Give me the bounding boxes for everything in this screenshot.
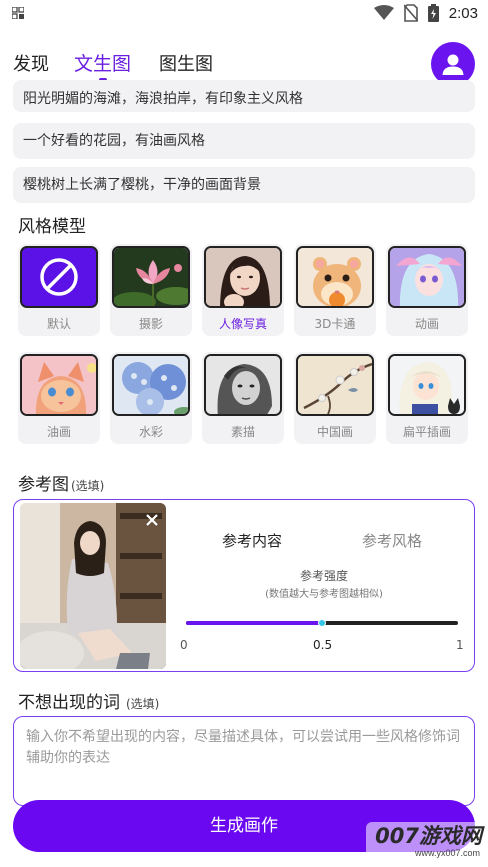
style-thumb [388, 246, 466, 308]
style-label: 素描 [230, 425, 255, 439]
style-label: 摄影 [138, 317, 163, 331]
prompt-suggestion[interactable]: 一个好看的花园，有油画风格 [13, 123, 475, 159]
hydrangea-image [114, 356, 188, 414]
close-icon[interactable] [144, 512, 160, 528]
portrait-image [206, 248, 280, 306]
style-label: 3D卡通 [314, 317, 356, 331]
slider-mid-label: 0.5 [313, 638, 333, 652]
style-label: 人像写真 [218, 317, 267, 331]
reference-hint: (选填) [71, 479, 105, 493]
style-section-title: 风格模型 [18, 217, 86, 237]
wifi-icon [373, 5, 394, 20]
style-card-oil-painting[interactable]: 油画 [18, 352, 100, 444]
style-label: 水彩 [138, 425, 163, 439]
sketch-portrait-image [206, 356, 280, 414]
negative-hint: (选填) [126, 697, 160, 711]
style-thumb [296, 246, 374, 308]
reference-title: 参考图 [18, 475, 69, 495]
watermark-url: www.yx007.com [414, 848, 480, 858]
style-card-watercolor[interactable]: 水彩 [110, 352, 192, 444]
style-label: 中国画 [316, 425, 353, 439]
reference-section-title: 参考图 (选填) [18, 470, 104, 495]
tab-text-to-image[interactable]: 文生图 [74, 49, 131, 76]
style-label: 油画 [46, 425, 71, 439]
tab-reference-style[interactable]: 参考风格 [362, 530, 422, 551]
slider-min-label: 0 [180, 638, 188, 652]
style-card-default[interactable]: 默认 [18, 244, 100, 336]
hamster-image [298, 248, 372, 306]
style-thumb [388, 354, 466, 416]
tab-image-to-image[interactable]: 图生图 [159, 50, 213, 76]
style-thumb [296, 354, 374, 416]
style-label: 扁平插画 [402, 425, 451, 439]
strength-slider[interactable] [186, 619, 458, 627]
watermark-text: 007游戏网 [375, 824, 482, 848]
style-label: 默认 [46, 317, 71, 331]
style-thumb [20, 246, 98, 308]
style-thumb [112, 246, 190, 308]
prompt-suggestion[interactable]: 樱桃树上长满了樱桃，干净的画面背景 [13, 167, 475, 203]
prompt-suggestion[interactable]: 阳光明媚的海滩，海浪拍岸，有印象主义风格 [13, 80, 475, 112]
style-card-sketch[interactable]: 素描 [202, 352, 284, 444]
style-thumb [204, 354, 282, 416]
negative-prompt-input[interactable]: 输入你不希望出现的内容，尽量描述具体，可以尝试用一些风格修饰词辅助你的表达 [13, 716, 475, 806]
slider-thumb[interactable] [318, 619, 326, 627]
style-card-flat-illustration[interactable]: 扁平插画 [386, 352, 468, 444]
status-bar: 2:03 [0, 0, 488, 28]
user-icon [442, 54, 464, 75]
style-card-chinese-painting[interactable]: 中国画 [294, 352, 376, 444]
style-label: 动画 [414, 317, 439, 331]
style-card-anime[interactable]: 动画 [386, 244, 468, 336]
negative-title: 不想出现的词 [18, 693, 120, 713]
no-sim-icon [403, 4, 418, 22]
battery-icon [427, 4, 439, 22]
branch-painting-image [298, 356, 372, 414]
negative-section-title: 不想出现的词 (选填) [18, 688, 159, 713]
style-thumb [20, 354, 98, 416]
style-card-photography[interactable]: 摄影 [110, 244, 192, 336]
flat-girl-image [390, 356, 464, 414]
anime-girl-image [390, 248, 464, 306]
tab-discover[interactable]: 发现 [13, 50, 49, 76]
slider-max-label: 1 [456, 638, 464, 652]
slider-fill [186, 621, 322, 625]
style-thumb [112, 354, 190, 416]
style-card-portrait[interactable]: 人像写真 [202, 244, 284, 336]
tab-reference-content[interactable]: 参考内容 [222, 530, 282, 551]
strength-title: 参考强度 [299, 569, 348, 583]
cat-painting-image [22, 356, 96, 414]
lotus-image [114, 248, 188, 306]
style-thumb [204, 246, 282, 308]
style-card-3d-cartoon[interactable]: 3D卡通 [294, 244, 376, 336]
clock: 2:03 [448, 4, 478, 22]
reference-panel: 参考内容 参考风格 参考强度 (数值越大与参考图越相似) 0 0.5 1 [13, 499, 475, 672]
strength-subtitle: (数值越大与参考图越相似) [265, 589, 383, 600]
app-grid-icon [12, 7, 24, 19]
ban-icon [40, 258, 78, 296]
